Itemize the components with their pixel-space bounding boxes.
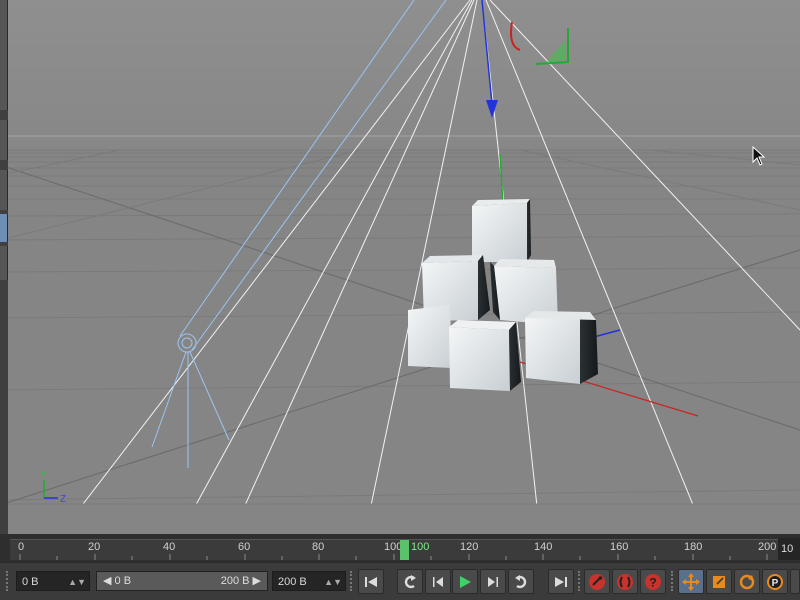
rotate-tool-button[interactable] [734,569,760,594]
previous-keyframe-button[interactable] [397,569,423,594]
scale-tool-icon [713,575,725,588]
range-start: ◀ 0 B [103,575,132,587]
timeline-ruler[interactable]: 0 20 40 60 80 100 120 140 160 180 200 10… [0,534,800,562]
tick-label: 80 [312,541,325,553]
tick-label: 180 [684,541,703,553]
ground-area [0,150,800,534]
panel-tab[interactable] [0,0,8,110]
panel-tab[interactable] [0,170,8,210]
next-keyframe-button[interactable] [508,569,534,594]
rotate-tool-icon [739,574,755,589]
current-frame-value: 0 B [22,576,39,588]
left-toolbar-strip [0,0,8,534]
axis-label-z: Z [60,494,66,505]
keyframe-selection-icon: ? [645,573,661,590]
tick-label: 20 [88,541,101,553]
3d-viewport[interactable]: Y Z [0,0,800,534]
sky-area [0,0,800,150]
toolbar-grip[interactable] [350,571,356,591]
axis-label-y: Y [40,470,47,481]
next-keyframe-icon [515,574,527,588]
parameter-tool-button[interactable]: P [762,569,788,594]
next-frame-button[interactable] [480,569,506,594]
toolbar-grip[interactable] [6,571,12,591]
stepper-icon[interactable]: ▲▼ [324,572,342,592]
viewport-scene: Y Z [0,0,800,534]
preview-range-slider[interactable]: ◀ 0 B 200 B ▶ [96,571,268,591]
current-frame-field[interactable]: 0 B ▲▼ [16,571,90,591]
play-icon [460,575,471,588]
tick-label: 140 [534,541,553,553]
range-start-value: 0 B [114,575,132,587]
tick-label: 200 [758,541,777,553]
go-to-start-icon [365,576,377,587]
range-end: 200 B ▶ [220,575,261,587]
stepper-icon[interactable]: ▲▼ [68,572,86,592]
record-active-objects-button[interactable] [584,569,610,594]
timeline-end-field[interactable]: 10 [778,538,800,560]
parameter-tool-icon: P [767,573,783,590]
keyframe-selection-button[interactable]: ? [640,569,666,594]
animation-toolbar: 0 B ▲▼ ◀ 0 B 200 B ▶ 200 B ▲▼ ? P [0,562,800,600]
autokeying-button[interactable] [612,569,638,594]
max-frame-value: 200 B [278,576,307,588]
svg-text:?: ? [649,575,656,589]
previous-frame-icon [433,576,443,587]
current-frame-label: 100 [411,541,430,553]
range-end-value: 200 B [220,575,250,587]
panel-tab[interactable] [0,246,8,280]
record-active-icon [589,573,605,590]
play-forward-button[interactable] [452,569,478,594]
next-frame-icon [488,576,498,587]
tick-label: 60 [238,541,251,553]
toolbar-overflow[interactable] [790,569,800,594]
previous-frame-button[interactable] [425,569,451,594]
go-to-end-icon [555,576,567,587]
autokey-icon [617,573,633,590]
scale-tool-button[interactable] [706,569,732,594]
tick-label: 160 [610,541,629,553]
panel-tab-active[interactable] [0,214,8,242]
previous-keyframe-icon [404,574,416,588]
max-frame-field[interactable]: 200 B ▲▼ [272,571,346,591]
current-frame-marker[interactable] [400,540,409,560]
mouse-cursor-icon [752,146,766,166]
frame-ruler[interactable]: 0 20 40 60 80 100 120 140 160 180 200 10… [10,539,780,560]
tick-label: 0 [18,541,25,553]
move-tool-button[interactable] [678,569,704,594]
go-to-end-button[interactable] [548,569,574,594]
panel-tab[interactable] [0,120,8,160]
toolbar-grip[interactable] [671,571,677,591]
go-to-start-button[interactable] [358,569,384,594]
tick-label: 120 [460,541,479,553]
move-tool-icon [682,572,700,591]
svg-text:P: P [772,578,779,589]
tick-label: 40 [163,541,176,553]
